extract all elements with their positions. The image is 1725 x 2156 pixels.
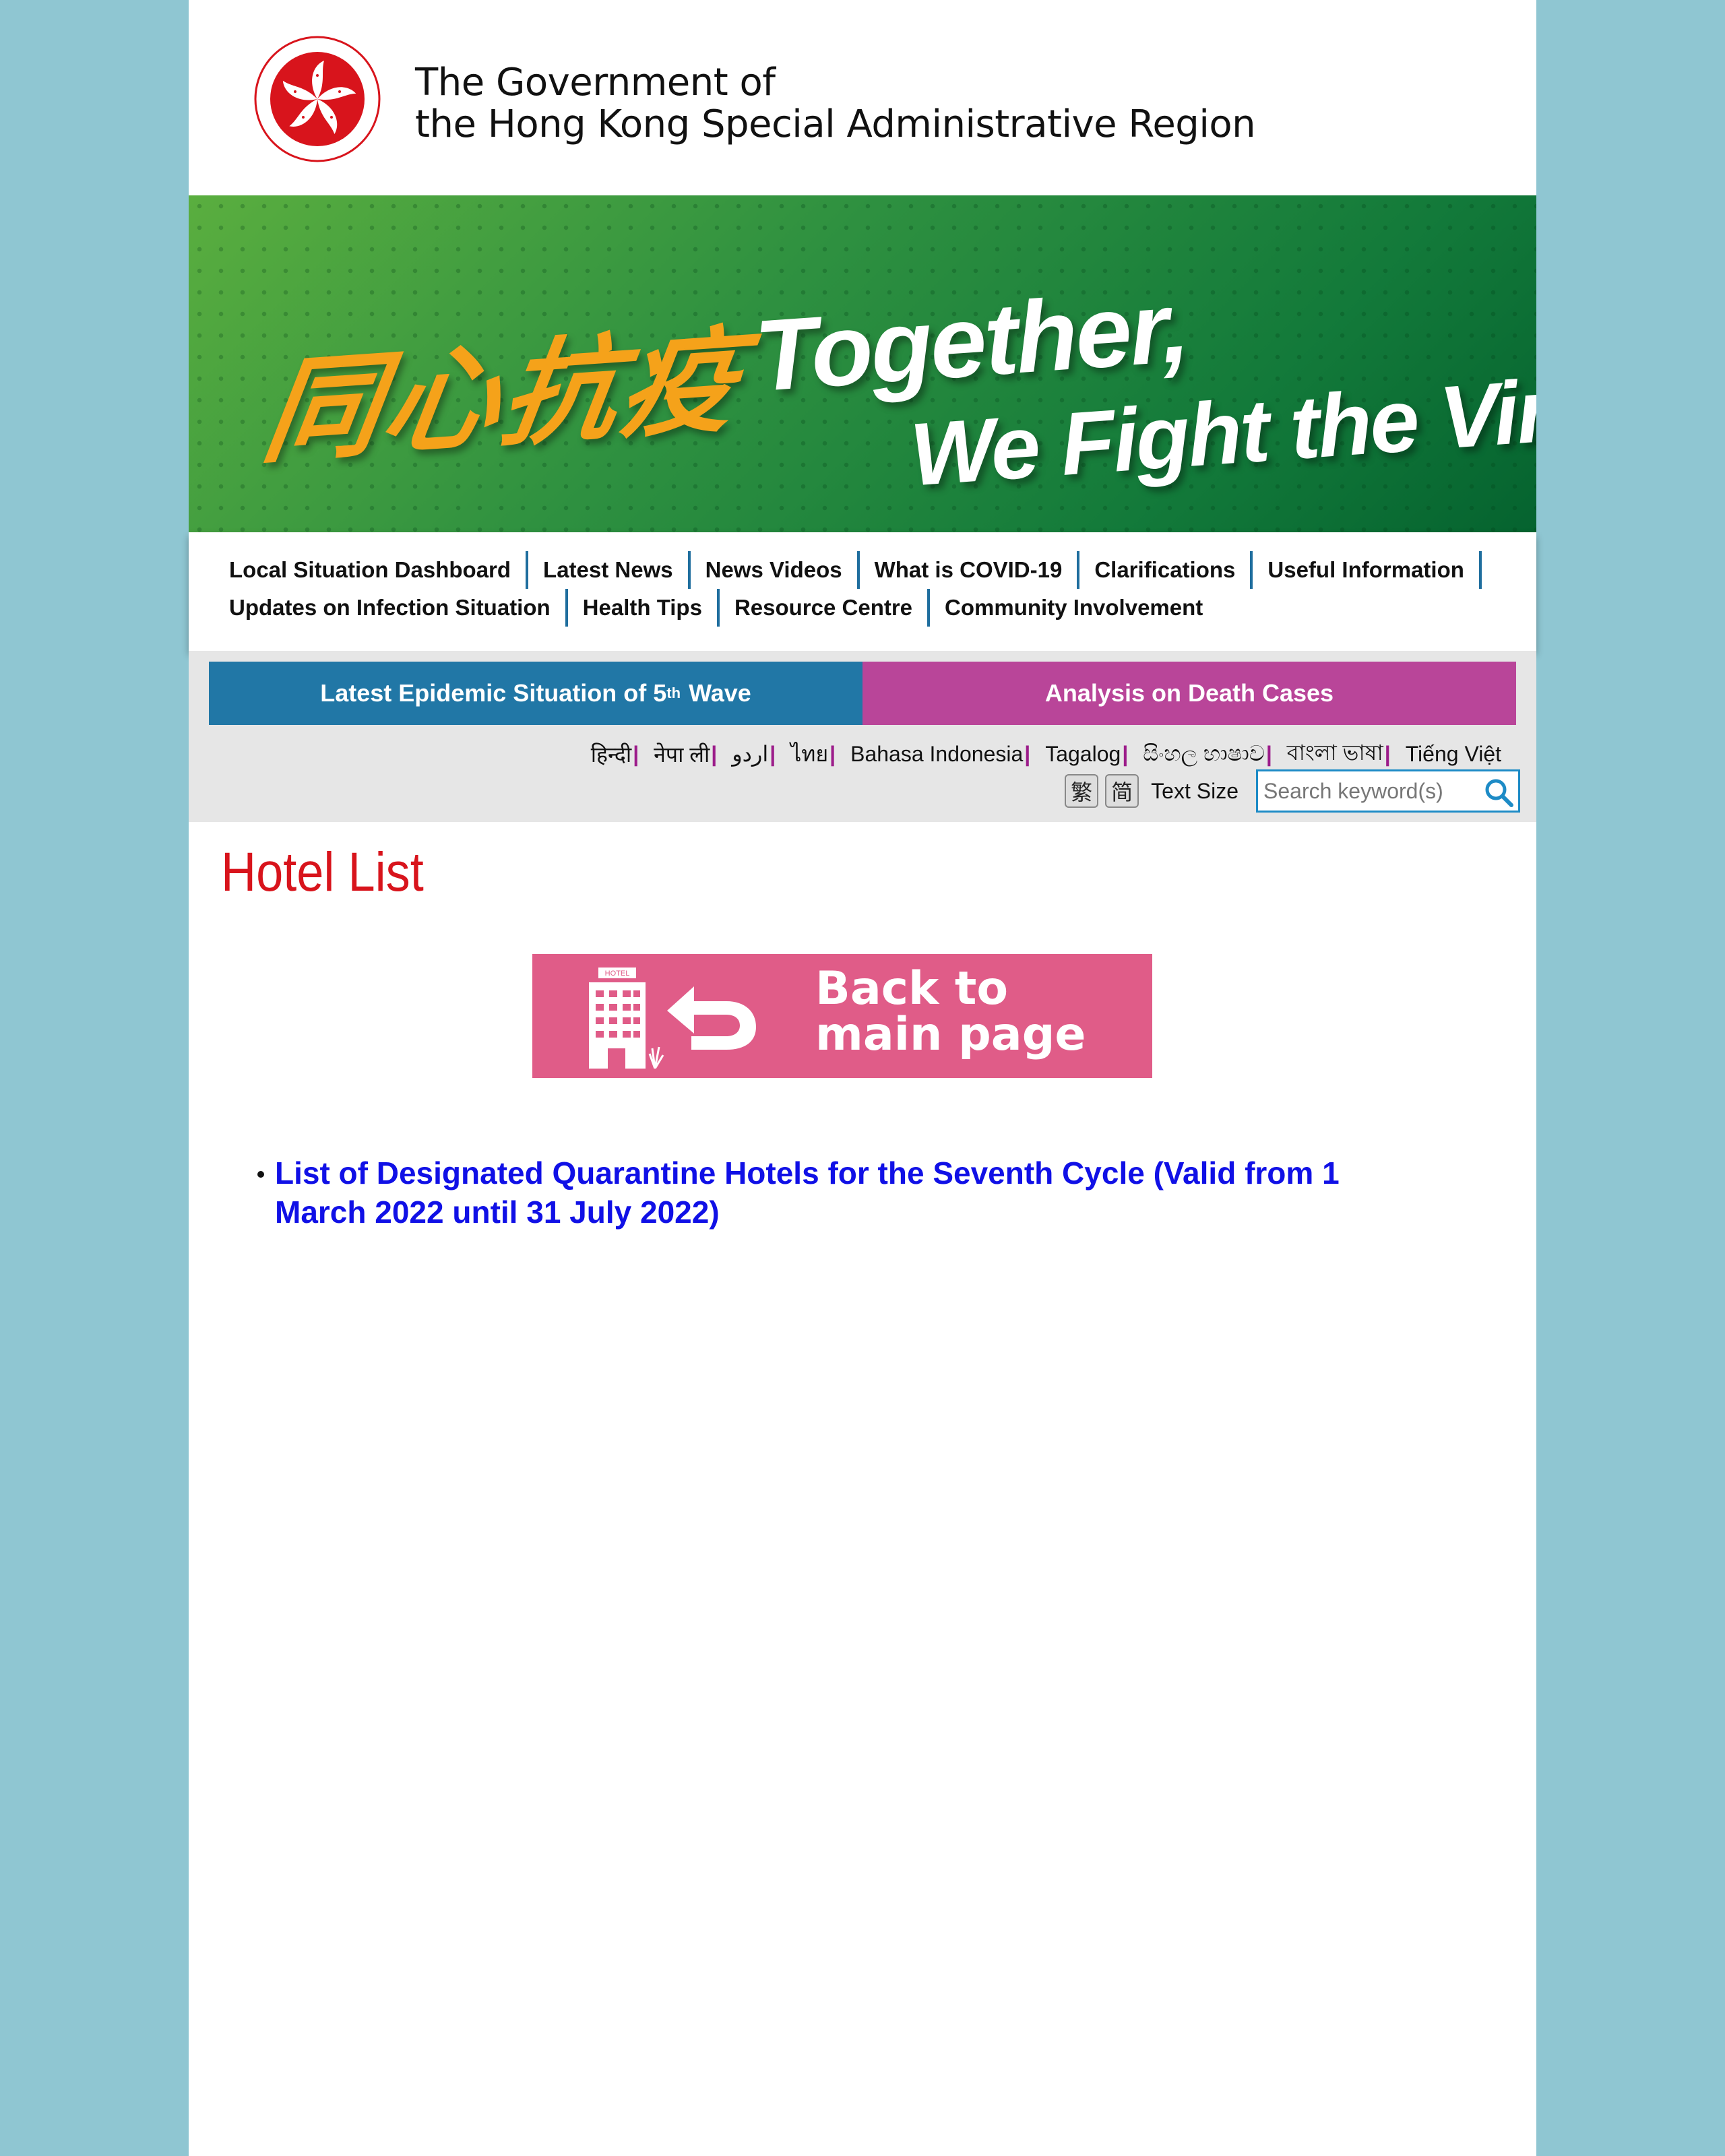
government-title-line1: The Government of — [415, 61, 776, 104]
hotel-sign-text: HOTEL — [605, 970, 630, 978]
language-link[interactable]: বাংলা ভাষা — [1286, 736, 1385, 772]
language-link[interactable]: हिन्दी — [590, 740, 633, 769]
government-title[interactable]: The Government of the Hong Kong Special … — [415, 61, 1256, 146]
language-separator: | — [1024, 741, 1031, 766]
page-title: Hotel List — [221, 842, 424, 903]
language-separator: | — [633, 741, 639, 766]
back-to-main-page-button[interactable]: HOTEL Back to main page — [532, 954, 1152, 1078]
list-item: List of Designated Quarantine Hotels for… — [257, 1153, 1380, 1232]
nav-item-updates-on-infection-situation[interactable]: Updates on Infection Situation — [229, 589, 568, 627]
nav-item-local-situation-dashboard[interactable]: Local Situation Dashboard — [229, 551, 529, 589]
banner-chinese-slogan: 同心抗疫 — [255, 313, 750, 480]
language-links: हिन्दी | नेपा ली | اردو | ไทย | Bahasa Indonesia… — [590, 736, 1503, 772]
epidemic-label-sup: th — [666, 685, 681, 701]
search-icon[interactable] — [1483, 777, 1514, 808]
hotel-link-list: List of Designated Quarantine Hotels for… — [257, 1153, 1380, 1232]
tool-area: Latest Epidemic Situation of 5th Wave An… — [189, 651, 1536, 822]
back-button-line2: main page — [815, 1008, 1086, 1061]
language-link[interactable]: ไทย — [789, 737, 829, 771]
language-separator: | — [1265, 741, 1272, 766]
language-link[interactable]: Bahasa Indonesia — [849, 742, 1024, 767]
nav-row-2: Updates on Infection Situation Health Tip… — [229, 589, 1218, 627]
epidemic-label-prefix: Latest Epidemic Situation of 5 — [320, 679, 667, 707]
language-separator: | — [1384, 741, 1391, 766]
government-title-line2: the Hong Kong Special Administrative Reg… — [415, 102, 1256, 146]
language-link[interactable]: اردو — [730, 741, 770, 767]
quarantine-hotels-link[interactable]: List of Designated Quarantine Hotels for… — [275, 1153, 1380, 1232]
nav-item-what-is-covid-19[interactable]: What is COVID-19 — [860, 551, 1080, 589]
language-link[interactable]: नेपा ली — [652, 740, 711, 769]
traditional-chinese-button[interactable]: 繁 — [1065, 774, 1099, 808]
simplified-chinese-button[interactable]: 简 — [1105, 774, 1139, 808]
page-container: The Government of the Hong Kong Special … — [189, 0, 1536, 2156]
back-button-line1: Back to — [815, 962, 1009, 1015]
nav-item-community-involvement[interactable]: Community Involvement — [930, 589, 1218, 627]
text-size-button[interactable]: Text Size — [1151, 779, 1238, 804]
language-separator: | — [829, 741, 836, 766]
nav-item-resource-centre[interactable]: Resource Centre — [720, 589, 931, 627]
back-button-label: Back to main page — [815, 966, 1086, 1058]
language-link[interactable]: Tiếng Việt — [1404, 742, 1503, 767]
language-separator: | — [1122, 741, 1129, 766]
main-navigation: Local Situation Dashboard Latest News News… — [189, 532, 1536, 651]
bullet-icon — [257, 1171, 264, 1178]
nav-item-latest-news[interactable]: Latest News — [528, 551, 691, 589]
hotel-building-icon: HOTEL — [589, 968, 664, 1069]
language-separator: | — [770, 741, 776, 766]
epidemic-label-suffix: Wave — [689, 679, 751, 707]
hksar-emblem-icon[interactable] — [253, 35, 381, 163]
nav-item-useful-information[interactable]: Useful Information — [1253, 551, 1482, 589]
language-separator: | — [711, 741, 718, 766]
tools-row: 繁 简 Text Size — [1065, 769, 1520, 813]
language-link[interactable]: සිංහල භාෂාව — [1141, 741, 1266, 767]
back-arrow-icon — [667, 986, 756, 1050]
nav-row-1: Local Situation Dashboard Latest News News… — [229, 551, 1482, 589]
death-analysis-button[interactable]: Analysis on Death Cases — [862, 662, 1516, 725]
government-header: The Government of the Hong Kong Special … — [189, 0, 1536, 195]
campaign-banner: 同心抗疫 Together, We Fight the Virus! — [189, 195, 1536, 532]
search-input[interactable] — [1258, 778, 1487, 804]
nav-item-health-tips[interactable]: Health Tips — [568, 589, 720, 627]
latest-epidemic-button[interactable]: Latest Epidemic Situation of 5th Wave — [209, 662, 862, 725]
nav-item-news-videos[interactable]: News Videos — [691, 551, 860, 589]
search-box — [1256, 769, 1520, 813]
nav-item-clarifications[interactable]: Clarifications — [1079, 551, 1253, 589]
language-link[interactable]: Tagalog — [1044, 742, 1122, 767]
